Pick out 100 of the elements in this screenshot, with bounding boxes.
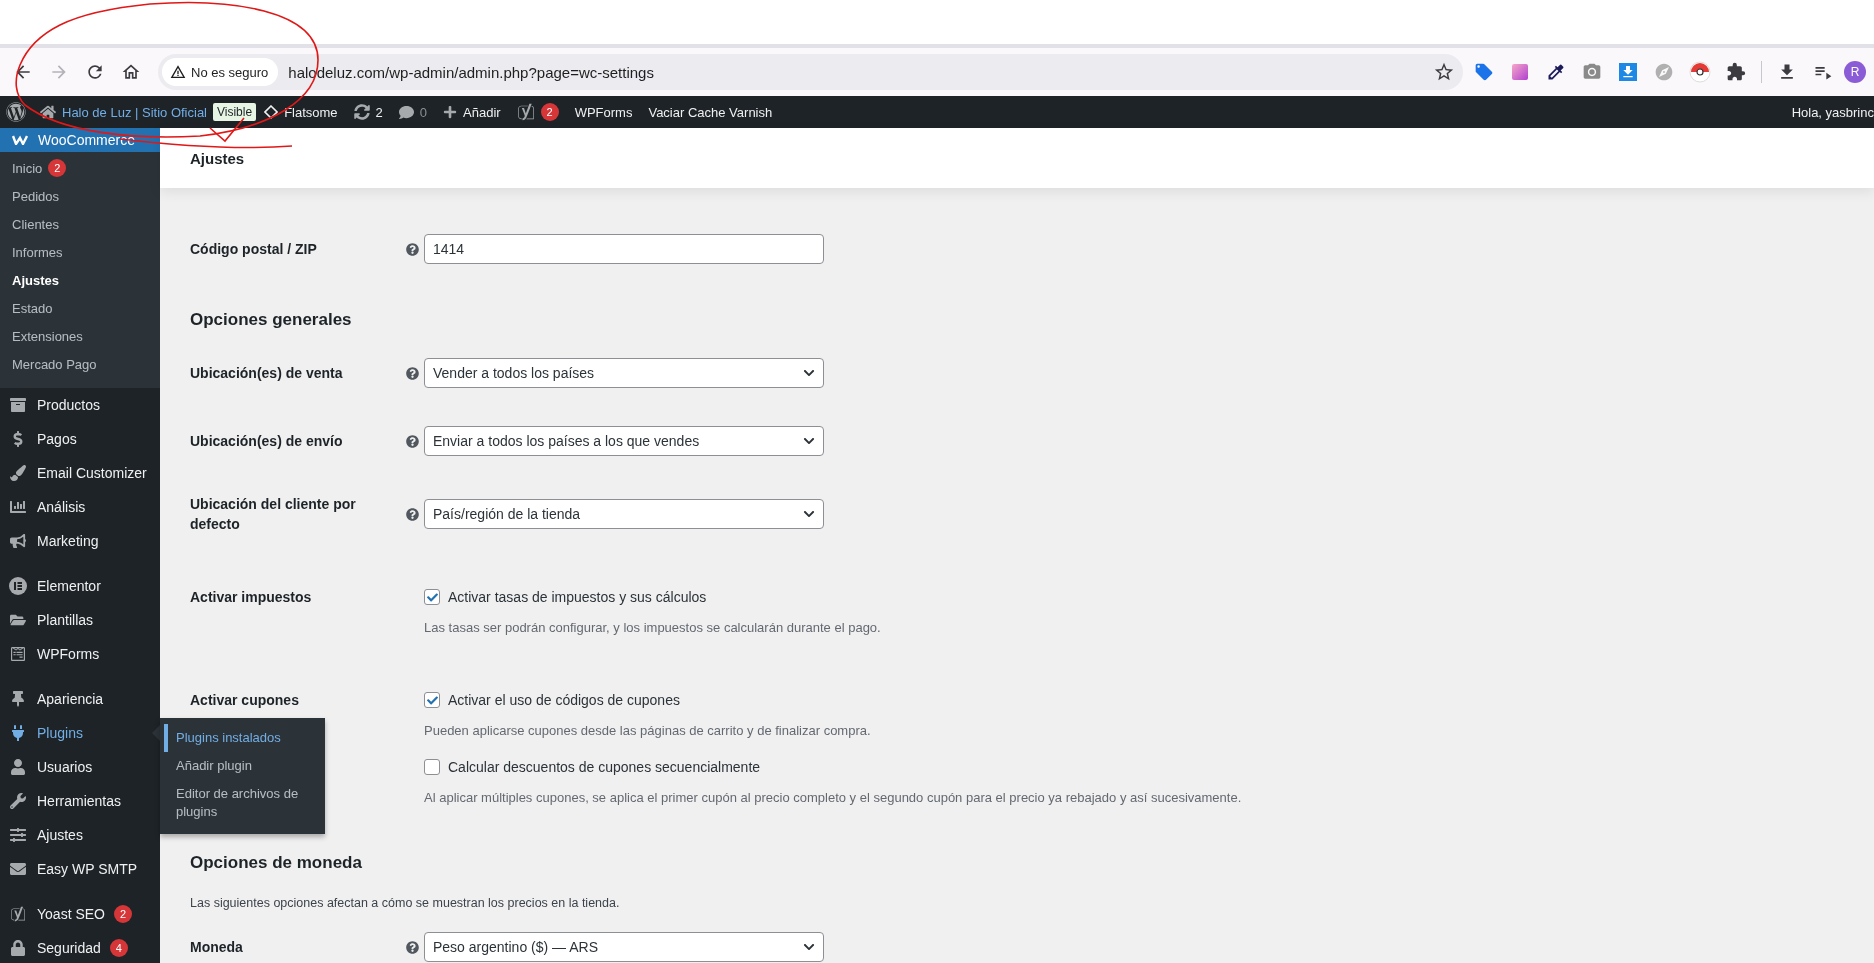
field-label: Ubicación del cliente por defecto — [190, 495, 357, 534]
checkbox-option[interactable]: Calcular descuentos de cupones secuencialmente — [424, 757, 1242, 777]
profile-avatar[interactable]: R — [1844, 61, 1866, 83]
new-label: Añadir — [463, 104, 501, 120]
submenu-item[interactable]: Pedidos — [0, 182, 160, 210]
field-label: Código postal / ZIP — [190, 240, 318, 259]
plus-icon — [443, 105, 458, 119]
comment-icon — [398, 104, 414, 120]
sliders-icon — [10, 827, 26, 843]
plug-icon — [10, 725, 26, 741]
option-description: Las tasas ser podrán configurar, y los impuestos se calcularán durante el pago. — [424, 619, 881, 637]
sidebar-item[interactable]: Análisis — [0, 490, 160, 524]
select-dropdown[interactable]: País/región de la tienda — [424, 499, 824, 529]
archive-icon — [10, 397, 26, 413]
sidebar-item[interactable]: Plantillas — [0, 603, 160, 637]
seo-menu-item[interactable]: 2 — [508, 96, 567, 128]
sidebar-item[interactable]: Pagos — [0, 422, 160, 456]
warning-icon — [170, 64, 186, 80]
sidebar-item[interactable]: WooCommerce — [0, 128, 160, 152]
refresh-icon — [353, 104, 370, 120]
sidebar-item[interactable]: Marketing — [0, 524, 160, 558]
field-label: Ubicación(es) de venta — [190, 364, 344, 383]
comments-count: 0 — [419, 104, 428, 120]
sidebar-item[interactable]: Email Customizer — [0, 456, 160, 490]
reload-icon — [85, 62, 105, 82]
notification-badge: 2 — [540, 103, 559, 121]
chevron-down-icon — [803, 435, 815, 447]
updates-count: 2 — [375, 104, 383, 120]
input-field[interactable]: 1414 — [424, 234, 824, 264]
sidebar-item[interactable]: Elementor — [0, 558, 160, 603]
flyout-item[interactable]: Añadir plugin — [164, 752, 325, 780]
checkbox-option[interactable]: Activar el uso de códigos de cupones — [424, 690, 1242, 710]
woo-logo-icon — [12, 135, 28, 145]
submenu-item[interactable]: Estado — [0, 294, 160, 322]
yoast-icon — [10, 906, 26, 922]
checkbox[interactable] — [424, 589, 440, 605]
flyout-item[interactable]: Editor de archivos de plugins — [164, 780, 325, 826]
sidebar-item[interactable]: Apariencia — [0, 671, 160, 716]
sidebar-item[interactable]: Easy WP SMTP — [0, 852, 160, 886]
check-icon — [426, 591, 438, 603]
theme-label: Flatsome — [284, 104, 338, 120]
field-label: Activar cupones — [190, 691, 300, 710]
lock-icon — [10, 940, 26, 956]
submenu-item[interactable]: Clientes — [0, 210, 160, 238]
section-heading: Opciones de moneda — [190, 852, 363, 874]
checkbox[interactable] — [424, 692, 440, 708]
option-description: Pueden aplicarse cupones desde las páginas de carrito y de finalizar compra. — [424, 722, 872, 740]
count-badge: 2 — [48, 159, 67, 177]
submenu-item[interactable]: Inicio 2 — [0, 154, 160, 182]
check-icon — [426, 694, 438, 706]
folder-icon — [10, 612, 26, 628]
page-title: Ajustes — [190, 149, 245, 167]
count-badge: 4 — [109, 939, 128, 957]
elementor-icon — [9, 577, 27, 595]
sidebar-item[interactable]: WPForms — [0, 637, 160, 671]
section-heading: Opciones generales — [190, 309, 353, 331]
greeting-text[interactable]: Hola, yasbrinc — [1791, 104, 1874, 120]
sidebar-item[interactable]: Seguridad 4 — [0, 931, 160, 963]
chevron-down-icon — [803, 941, 815, 953]
count-badge: 2 — [114, 905, 132, 923]
site-name-link[interactable]: Halo de Luz | Sitio Oficial — [32, 96, 215, 128]
updates-menu-item[interactable]: 2 — [345, 96, 391, 128]
envelope-icon — [10, 861, 26, 877]
pin-icon — [10, 691, 26, 707]
checkbox-option[interactable]: Activar tasas de impuestos y sus cálculos — [424, 587, 881, 607]
megaphone-icon — [10, 533, 26, 549]
bookmark-star-icon[interactable] — [1433, 61, 1455, 83]
sidebar-item[interactable]: Ajustes — [0, 818, 160, 852]
sidebar-item[interactable]: Plugins — [0, 716, 160, 750]
select-dropdown[interactable]: Enviar a todos los países a los que vendes — [424, 426, 824, 456]
home-icon — [40, 104, 56, 120]
chevron-down-icon — [803, 367, 815, 379]
security-chip[interactable]: No es seguro — [162, 58, 279, 86]
select-dropdown[interactable]: Peso argentino ($) — ARS — [424, 932, 824, 962]
section-description: Las siguientes opciones afectan a cómo se muestran los precios en la tienda. — [190, 895, 621, 912]
checkbox[interactable] — [424, 759, 440, 775]
submenu-item[interactable]: Ajustes — [0, 266, 160, 294]
paintbrush-icon — [10, 465, 26, 481]
theme-menu-item[interactable]: Flatsome — [256, 96, 346, 128]
field-label: Ubicación(es) de envío — [190, 432, 344, 451]
sidebar-item[interactable]: Yoast SEO 2 — [0, 886, 160, 931]
flyout-item[interactable]: Plugins instalados — [164, 724, 325, 752]
submenu-item[interactable]: Extensiones — [0, 322, 160, 350]
home-icon — [121, 62, 141, 82]
option-description: Al aplicar múltiples cupones, se aplica el primer cupón al precio completo y el segundo cupón para el precio ya rebajado y así sucesivamente. — [424, 789, 1242, 807]
select-dropdown[interactable]: Vender a todos los países — [424, 358, 824, 388]
comments-menu-item[interactable]: 0 — [390, 96, 436, 128]
admin-bar-link[interactable]: WPForms — [566, 96, 641, 128]
submenu-item[interactable]: Informes — [0, 238, 160, 266]
admin-bar-link[interactable]: Vaciar Cache Varnish — [640, 96, 781, 128]
sidebar-item[interactable]: Usuarios — [0, 750, 160, 784]
new-menu-item[interactable]: Añadir — [435, 96, 509, 128]
sidebar-item[interactable]: Herramientas — [0, 784, 160, 818]
submenu-item[interactable]: Mercado Pago — [0, 350, 160, 378]
bar-chart-icon — [10, 499, 26, 515]
chevron-down-icon — [803, 508, 815, 520]
sidebar-item[interactable]: Productos — [0, 388, 160, 422]
field-label: Moneda — [190, 938, 244, 957]
diamond-icon — [264, 105, 279, 119]
field-label: Activar impuestos — [190, 588, 313, 607]
